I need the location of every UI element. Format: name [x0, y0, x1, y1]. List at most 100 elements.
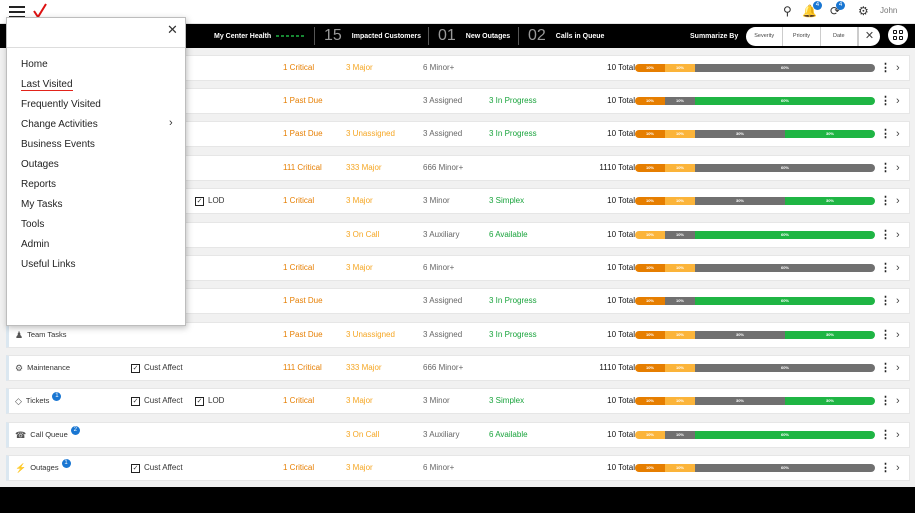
metric-2[interactable]: 3 Major [346, 256, 373, 280]
impacted-customers[interactable]: 15 Impacted Customers [324, 24, 421, 48]
metric-4[interactable]: 3 In Progress [489, 323, 537, 347]
row-name[interactable]: ⚡ Outages 1 [15, 456, 71, 480]
calls-in-queue[interactable]: 02 Calls in Queue [528, 24, 604, 48]
metric-3[interactable]: 3 Auxiliary [423, 423, 459, 447]
metric-4[interactable]: 6 Available [489, 223, 528, 247]
metric-3[interactable]: 6 Minor+ [423, 256, 454, 280]
metric-2[interactable]: 333 Major [346, 356, 382, 380]
chevron-right-icon[interactable]: › [896, 323, 900, 347]
metric-2[interactable]: 3 Unassigned [346, 122, 395, 146]
filter-checkbox[interactable]: ✓ Cust Affect [131, 389, 183, 413]
metric-3[interactable]: 3 Minor [423, 189, 450, 213]
more-options-icon[interactable]: ⋮ [880, 261, 891, 275]
new-outages[interactable]: 01 New Outages [438, 24, 510, 48]
close-icon[interactable]: ✕ [167, 22, 178, 38]
metric-2[interactable]: 3 On Call [346, 223, 379, 247]
chevron-right-icon[interactable]: › [896, 389, 900, 413]
metric-3[interactable]: 3 Minor [423, 389, 450, 413]
metric-1[interactable]: 111 Critical [283, 156, 322, 180]
metric-4[interactable]: 3 In Progress [489, 89, 537, 113]
menu-item[interactable]: Useful Links [21, 259, 75, 270]
user-settings-icon[interactable]: ⚙ [858, 4, 869, 18]
chevron-right-icon[interactable]: › [896, 56, 900, 80]
bell-icon[interactable]: 🔔 4 [802, 1, 822, 18]
summary-row[interactable]: ☎ Call Queue 2 3 On Call 3 Auxiliary 6 Availa… [6, 422, 910, 448]
metric-3[interactable]: 3 Auxiliary [423, 223, 459, 247]
search-icon[interactable]: ⚲ [783, 4, 792, 18]
more-options-icon[interactable]: ⋮ [880, 61, 891, 75]
chevron-right-icon[interactable]: › [896, 423, 900, 447]
menu-item[interactable]: Tools [21, 219, 44, 230]
metric-1[interactable]: 1 Past Due [283, 89, 323, 113]
metric-2[interactable]: 3 Unassigned [346, 323, 395, 347]
grid-view-button[interactable] [888, 25, 908, 45]
summary-row[interactable]: ⚙ Maintenance ✓ Cust Affect 111 Critical 333 … [6, 355, 910, 381]
more-options-icon[interactable]: ⋮ [880, 328, 891, 342]
menu-item[interactable]: Frequently Visited [21, 99, 101, 110]
metric-1[interactable]: 1 Critical [283, 256, 314, 280]
date-option[interactable]: Date [821, 27, 858, 46]
chevron-right-icon[interactable]: › [896, 122, 900, 146]
metric-3[interactable]: 6 Minor+ [423, 56, 454, 80]
chevron-right-icon[interactable]: › [896, 289, 900, 313]
metric-2[interactable]: 3 Major [346, 189, 373, 213]
menu-item[interactable]: Last Visited [21, 79, 73, 91]
filter-checkbox[interactable]: ✓ LOD [195, 189, 224, 213]
more-options-icon[interactable]: ⋮ [880, 228, 891, 242]
more-options-icon[interactable]: ⋮ [880, 161, 891, 175]
more-options-icon[interactable]: ⋮ [880, 394, 891, 408]
close-icon[interactable]: ✕ [857, 27, 880, 46]
metric-4[interactable]: 3 Simplex [489, 389, 524, 413]
metric-1[interactable]: 1 Critical [283, 389, 314, 413]
summarize-toggle[interactable]: Severity Priority Date ✕ [746, 27, 880, 46]
metric-2[interactable]: 3 On Call [346, 423, 379, 447]
summary-row[interactable]: ⚡ Outages 1 ✓ Cust Affect 1 Critical 3 Major 6 … [6, 455, 910, 481]
menu-item[interactable]: Reports [21, 179, 56, 190]
filter-checkbox[interactable]: ✓ Cust Affect [131, 456, 183, 480]
metric-4[interactable]: 3 In Progress [489, 122, 537, 146]
metric-1[interactable]: 1 Past Due [283, 122, 323, 146]
more-options-icon[interactable]: ⋮ [880, 194, 891, 208]
center-health[interactable]: My Center Health [214, 24, 305, 48]
metric-1[interactable]: 1 Critical [283, 56, 314, 80]
chevron-right-icon[interactable]: › [896, 189, 900, 213]
summary-row[interactable]: ◇ Tickets 1 ✓ Cust Affect ✓ LOD 1 Critical 3 Maj… [6, 388, 910, 414]
metric-4[interactable]: 3 Simplex [489, 189, 524, 213]
metric-2[interactable]: 3 Major [346, 389, 373, 413]
menu-item[interactable]: Outages [21, 159, 59, 170]
menu-item[interactable]: Admin [21, 239, 49, 250]
more-options-icon[interactable]: ⋮ [880, 294, 891, 308]
more-options-icon[interactable]: ⋮ [880, 127, 891, 141]
chevron-right-icon[interactable]: › [896, 89, 900, 113]
more-options-icon[interactable]: ⋮ [880, 94, 891, 108]
chevron-right-icon[interactable]: › [896, 223, 900, 247]
menu-item[interactable]: Home [21, 59, 48, 70]
metric-1[interactable]: 1 Critical [283, 189, 314, 213]
chevron-right-icon[interactable]: › [896, 256, 900, 280]
row-name[interactable]: ⚙ Maintenance [15, 356, 70, 380]
metric-1[interactable]: 1 Critical [283, 456, 314, 480]
chevron-right-icon[interactable]: › [896, 156, 900, 180]
more-options-icon[interactable]: ⋮ [880, 428, 891, 442]
metric-1[interactable]: 1 Past Due [283, 323, 323, 347]
more-options-icon[interactable]: ⋮ [880, 461, 891, 475]
metric-2[interactable]: 3 Major [346, 456, 373, 480]
chevron-right-icon[interactable]: › [896, 356, 900, 380]
row-name[interactable]: ◇ Tickets 1 [15, 389, 62, 413]
metric-3[interactable]: 666 Minor+ [423, 356, 463, 380]
metric-1[interactable]: 1 Past Due [283, 289, 323, 313]
menu-item[interactable]: Change Activities [21, 119, 98, 130]
sync-icon[interactable]: ⟳ 4 [830, 1, 846, 18]
priority-option[interactable]: Priority [783, 27, 821, 46]
filter-checkbox[interactable]: ✓ LOD [195, 389, 224, 413]
metric-3[interactable]: 3 Assigned [423, 89, 462, 113]
more-options-icon[interactable]: ⋮ [880, 361, 891, 375]
metric-3[interactable]: 3 Assigned [423, 122, 462, 146]
menu-item[interactable]: Business Events [21, 139, 95, 150]
filter-checkbox[interactable]: ✓ Cust Affect [131, 356, 183, 380]
menu-item[interactable]: My Tasks [21, 199, 63, 210]
row-name[interactable]: ♟ Team Tasks [15, 323, 67, 347]
metric-4[interactable]: 6 Available [489, 423, 528, 447]
severity-option[interactable]: Severity [746, 27, 784, 46]
metric-4[interactable]: 3 In Progress [489, 289, 537, 313]
